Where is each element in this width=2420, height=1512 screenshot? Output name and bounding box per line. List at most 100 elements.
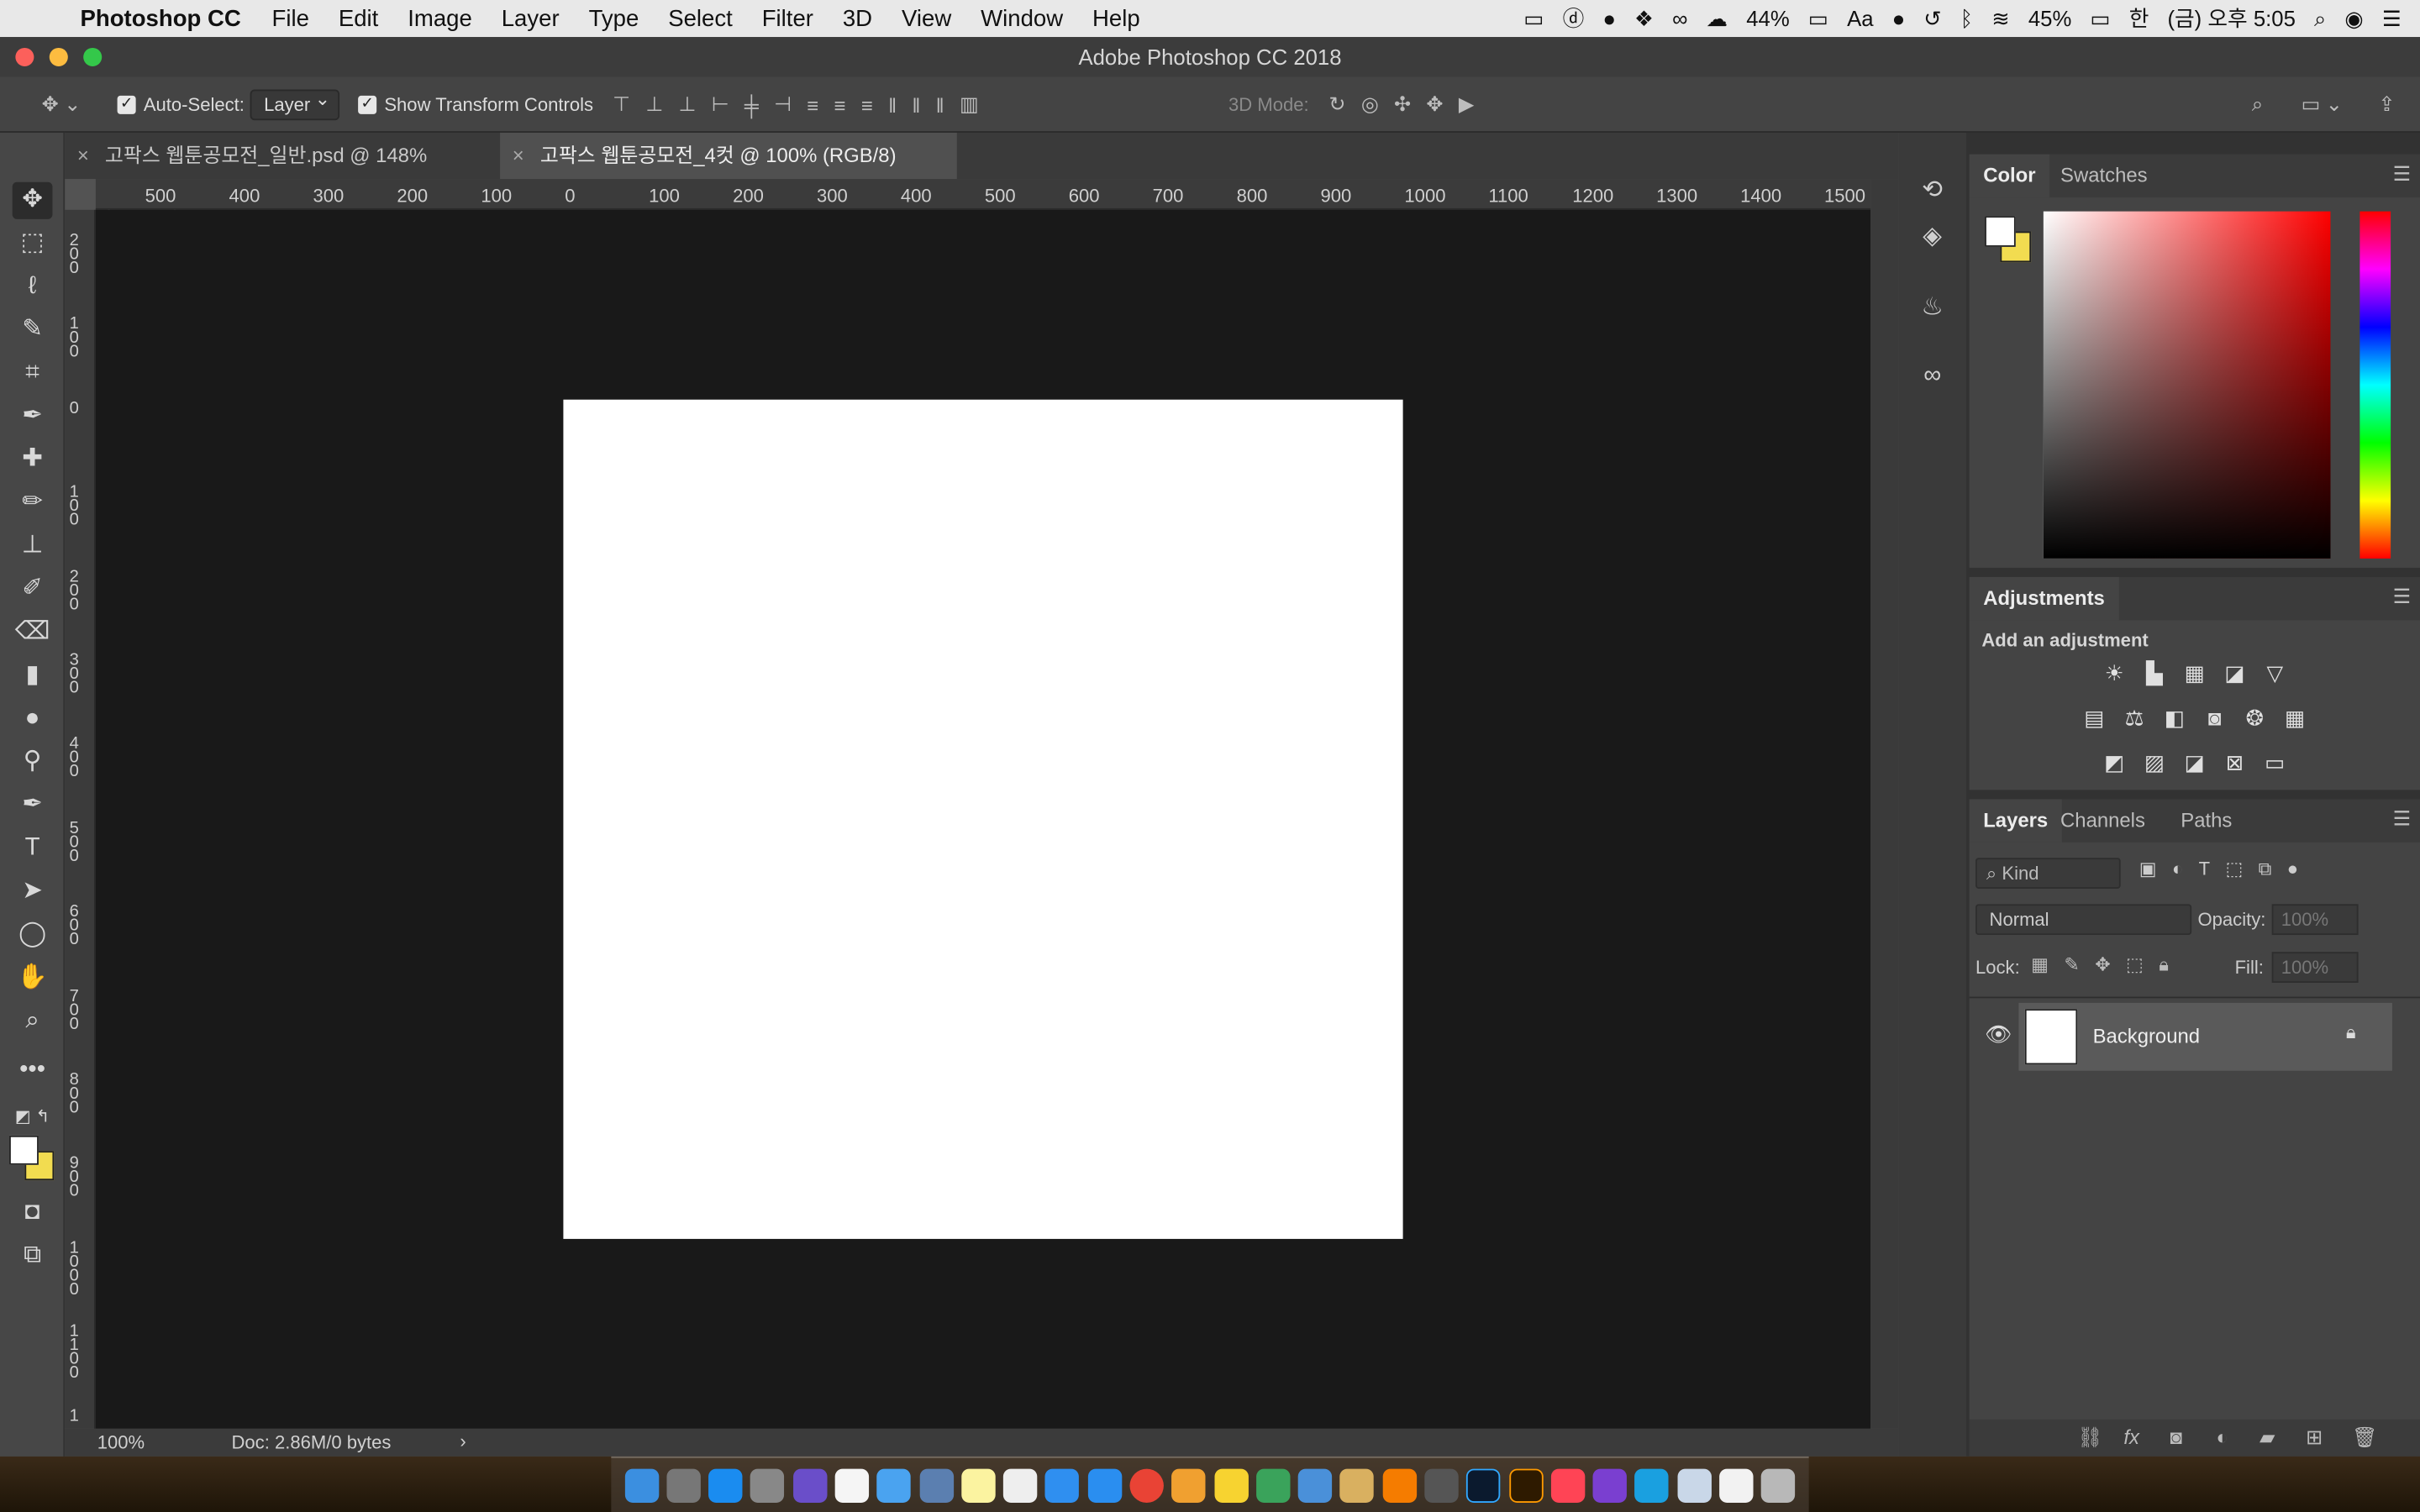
archive-icon[interactable] — [1340, 1467, 1375, 1503]
document-canvas[interactable] — [563, 399, 1403, 1239]
photoshop-dock-icon[interactable] — [1466, 1467, 1501, 1503]
filter-adjustment-icon[interactable]: ◐ — [2172, 858, 2199, 879]
tab-color[interactable]: Color — [1969, 154, 2050, 198]
filter-toggle-icon[interactable]: ● — [2287, 858, 2314, 879]
pen-tool-icon[interactable]: ✒ — [13, 787, 53, 824]
tab-channels[interactable]: Channels — [2047, 799, 2160, 842]
gradient-map-icon[interactable]: ▭ — [2261, 750, 2289, 774]
folder-icon[interactable] — [1676, 1467, 1712, 1503]
crop-tool-icon[interactable]: ⌗ — [13, 354, 53, 391]
creative-cloud-icon[interactable]: ∞ — [1672, 6, 1687, 30]
color-balance-icon[interactable]: ⚖ — [2121, 705, 2149, 729]
sublime-icon[interactable] — [1382, 1467, 1417, 1503]
distribute-vcenter-icon[interactable]: ≡ — [834, 93, 846, 117]
blend-mode-dropdown[interactable]: Normal — [1975, 904, 2192, 936]
ellipse-tool-icon[interactable]: ◯ — [13, 916, 53, 953]
quick-mask-icon[interactable]: ◘ — [13, 1194, 53, 1231]
illustrator-icon[interactable] — [1508, 1467, 1543, 1503]
d-icon[interactable]: ⓓ — [1563, 3, 1585, 34]
affinity-icon[interactable] — [1592, 1467, 1628, 1503]
menu-select[interactable]: Select — [668, 5, 733, 31]
tab-adjustments[interactable]: Adjustments — [1969, 576, 2119, 621]
lock-artboard-icon[interactable]: ⬚ — [2126, 953, 2159, 975]
align-vcenter-icon[interactable]: ⊥ — [645, 92, 663, 117]
menu-app-name[interactable]: Photoshop CC — [81, 5, 241, 31]
curves-icon[interactable]: ▦ — [2181, 660, 2208, 685]
canvas-area[interactable] — [95, 209, 1871, 1429]
invert-icon[interactable]: ◩ — [2101, 750, 2128, 774]
delete-layer-icon[interactable]: 🗑︎ — [2352, 1425, 2377, 1450]
calendar-icon[interactable] — [834, 1467, 870, 1503]
color-panel-fg-swatch[interactable] — [1985, 216, 2016, 247]
eraser-tool-icon[interactable]: ⌫ — [13, 614, 53, 651]
time-machine-icon[interactable]: ↺ — [1923, 5, 1942, 31]
lasso-tool-icon[interactable]: ℓ — [13, 269, 53, 306]
black-white-icon[interactable]: ◧ — [2160, 705, 2188, 729]
menu-type[interactable]: Type — [589, 5, 639, 31]
vertical-scrollbar[interactable] — [1870, 179, 1899, 1429]
screen-mode-icon[interactable]: ⧉ — [13, 1237, 53, 1274]
clock[interactable]: (금) 오후 5:05 — [2167, 3, 2295, 34]
3d-slide-icon[interactable]: ✥ — [1426, 92, 1443, 117]
bluetooth-icon[interactable]: ᛒ — [1960, 6, 1973, 30]
channel-mixer-icon[interactable]: ❂ — [2241, 705, 2269, 729]
siri-icon[interactable]: ◉ — [2344, 5, 2363, 31]
align-right-icon[interactable]: ⊣ — [774, 92, 792, 117]
distribute-hcenter-icon[interactable]: ‖ — [913, 93, 921, 117]
chrome-icon[interactable] — [1129, 1467, 1164, 1503]
levels-icon[interactable]: ▙ — [2141, 660, 2169, 685]
tab-swatches[interactable]: Swatches — [2047, 155, 2162, 197]
more-tools-icon[interactable]: ••• — [13, 1053, 53, 1089]
menu-file[interactable]: File — [272, 5, 309, 31]
battery-icon-2[interactable]: ▭ — [2090, 5, 2110, 31]
history-panel-icon[interactable]: ⟲ — [1914, 173, 1951, 210]
wifi-icon[interactable]: ≋ — [1991, 5, 2010, 31]
menu-edit[interactable]: Edit — [339, 5, 378, 31]
add-mask-icon[interactable]: ◙ — [2170, 1425, 2181, 1449]
path-selection-tool-icon[interactable]: ➤ — [13, 874, 53, 911]
final-cut-icon[interactable] — [1424, 1467, 1459, 1503]
share-icon[interactable]: ⇪ — [2370, 77, 2402, 133]
menu-window[interactable]: Window — [981, 5, 1063, 31]
brightness-contrast-icon[interactable]: ☀ — [2101, 660, 2128, 685]
filter-shape-icon[interactable]: ⬚ — [2225, 858, 2258, 879]
panel-menu-icon[interactable]: ☰ — [2393, 585, 2411, 609]
zoom-window-button[interactable] — [83, 47, 103, 66]
selective-color-icon[interactable]: ⊠ — [2221, 750, 2249, 774]
show-transform-controls-checkbox[interactable]: ✓ Show Transform Controls — [358, 77, 593, 133]
gradient-tool-icon[interactable]: ▮ — [13, 657, 53, 694]
minimize-window-button[interactable] — [49, 47, 68, 66]
menu-image[interactable]: Image — [408, 5, 472, 31]
healing-brush-tool-icon[interactable]: ✚ — [13, 441, 53, 478]
tab-document-2[interactable]: × 고팍스 웹툰공모전_4컷 @ 100% (RGB/8) — [500, 132, 957, 180]
3d-camera-icon[interactable]: ▶ — [1459, 92, 1474, 117]
eyedropper-tool-icon[interactable]: ✒ — [13, 398, 53, 435]
trash-icon[interactable] — [1761, 1467, 1796, 1503]
filter-type-icon[interactable]: T — [2199, 858, 2226, 879]
textedit-icon[interactable] — [1003, 1467, 1038, 1503]
link-layers-icon[interactable]: ⛓ — [2077, 1425, 2102, 1450]
dropbox-icon[interactable]: ❖ — [1634, 5, 1654, 31]
new-group-icon[interactable]: ▰ — [2260, 1425, 2275, 1450]
align-bottom-icon[interactable]: ⊥ — [679, 92, 697, 117]
finder-icon[interactable] — [624, 1467, 659, 1503]
photos-icon[interactable] — [1171, 1467, 1207, 1503]
swap-colors-icon[interactable]: ◩ ↰ — [13, 1099, 53, 1136]
filter-smart-object-icon[interactable]: ⧉ — [2259, 858, 2287, 879]
cloud-icon[interactable]: ☁ — [1706, 5, 1728, 31]
close-tab-icon[interactable]: × — [77, 133, 89, 179]
hand-tool-icon[interactable]: ✋ — [13, 959, 53, 996]
foreground-color-swatch[interactable] — [9, 1135, 39, 1165]
app-store-icon[interactable] — [708, 1467, 743, 1503]
distribute-right-icon[interactable]: ‖ — [936, 93, 944, 117]
blur-tool-icon[interactable]: ● — [13, 701, 53, 738]
menu-layer[interactable]: Layer — [502, 5, 560, 31]
hue-saturation-icon[interactable]: ▤ — [2081, 705, 2108, 729]
fill-field[interactable]: 100% — [2271, 952, 2359, 984]
layer-filter-dropdown[interactable]: ⌕ Kind — [1975, 858, 2121, 889]
kakaotalk-icon[interactable] — [1213, 1467, 1249, 1503]
close-window-button[interactable] — [15, 47, 34, 66]
align-left-icon[interactable]: ⊢ — [712, 92, 729, 117]
move-tool-icon[interactable]: ✥ — [12, 181, 53, 219]
distribute-top-icon[interactable]: ≡ — [807, 93, 818, 117]
